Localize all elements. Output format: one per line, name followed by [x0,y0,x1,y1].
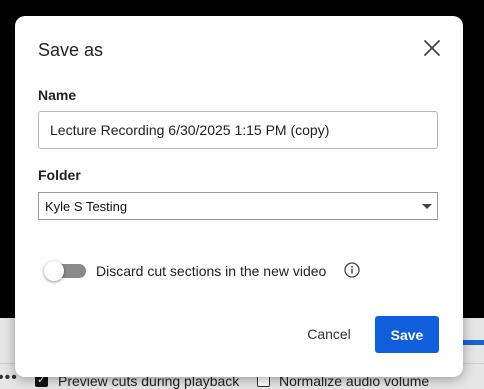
more-options-icon: ••• [0,369,18,386]
folder-label: Folder [38,167,81,183]
folder-select[interactable]: Kyle S Testing [38,192,438,220]
dialog-title: Save as [38,40,104,60]
discard-cut-sections-label: Discard cut sections in the new video [96,263,327,279]
name-label: Name [38,87,77,103]
info-icon[interactable] [344,262,360,278]
save-button[interactable]: Save [375,316,439,353]
chevron-down-icon [422,204,432,209]
discard-cut-sections-toggle[interactable] [44,261,86,281]
name-input[interactable] [38,111,438,149]
folder-select-value: Kyle S Testing [45,199,128,214]
toggle-knob [44,261,64,281]
background-timeline-indicator [462,340,484,345]
save-as-dialog: Save as Name Folder Kyle S Testing Disca… [15,16,463,377]
cancel-button[interactable]: Cancel [295,316,363,352]
close-icon[interactable] [421,37,443,59]
